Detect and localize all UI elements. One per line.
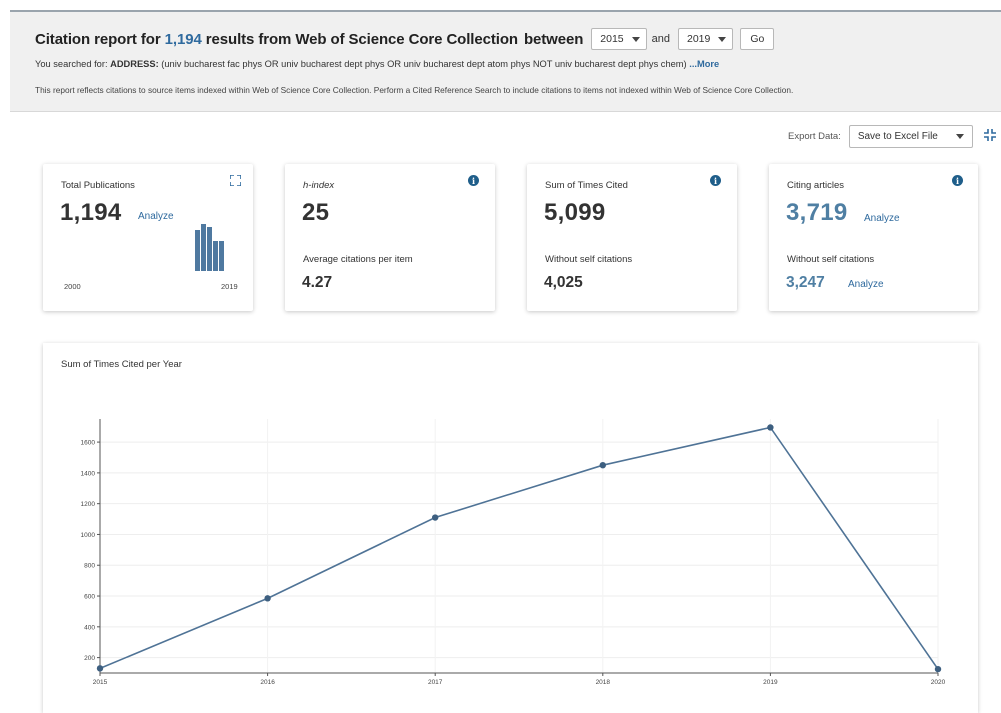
h-index-card: h-index i 25 Average citations per item …	[285, 164, 495, 311]
more-link[interactable]: ...More	[689, 59, 719, 69]
card-label: Sum of Times Cited	[545, 180, 628, 191]
chevron-down-icon	[631, 36, 640, 42]
citing-articles-value[interactable]: 3,719	[786, 199, 848, 227]
searched-prefix: You searched for:	[35, 59, 111, 69]
title-row: Citation report for 1,194 results from W…	[35, 28, 775, 50]
x-tick-label: 2015	[93, 679, 108, 686]
x-tick-label: 2020	[931, 679, 946, 686]
and-label: and	[651, 33, 670, 45]
card-label: Citing articles	[787, 180, 845, 191]
analyze-link[interactable]: Analyze	[864, 213, 900, 224]
y-tick-label: 1600	[81, 440, 96, 447]
info-icon[interactable]: i	[468, 175, 479, 186]
average-citations-value: 4.27	[302, 274, 333, 291]
citing-without-self-value[interactable]: 3,247	[786, 274, 825, 292]
mini-chart-bar	[207, 227, 212, 271]
times-cited-without-self-value: 4,025	[544, 274, 583, 291]
analyze-link[interactable]: Analyze	[138, 211, 174, 222]
searched-query: (univ bucharest fac phys OR univ buchare…	[158, 59, 690, 69]
x-tick-label: 2016	[260, 679, 275, 686]
times-cited-card: Sum of Times Cited i 5,099 Without self …	[527, 164, 737, 311]
collapse-icon[interactable]	[984, 129, 996, 141]
citing-articles-card: Citing articles i 3,719 Analyze Without …	[769, 164, 978, 311]
export-row: Export Data: Save to Excel File	[788, 125, 973, 148]
card-label: Total Publications	[61, 180, 135, 191]
mini-chart-bar	[213, 241, 218, 271]
page-title: Citation report for 1,194 results from W…	[35, 31, 583, 48]
data-point	[934, 665, 942, 673]
info-icon[interactable]: i	[952, 175, 963, 186]
export-label: Export Data:	[788, 131, 841, 142]
card-sub-label: Without self citations	[787, 254, 875, 265]
search-query-text: You searched for: ADDRESS: (univ buchare…	[35, 59, 719, 69]
mini-chart-end-year: 2019	[221, 282, 238, 291]
card-sub-label: Average citations per item	[303, 254, 413, 265]
year-from-select[interactable]: 2015	[591, 28, 647, 50]
times-cited-value: 5,099	[544, 199, 606, 226]
year-to-value: 2019	[687, 33, 711, 45]
y-tick-label: 600	[84, 594, 95, 601]
chevron-down-icon	[718, 36, 727, 42]
chevron-down-icon	[955, 134, 964, 139]
data-point	[96, 665, 104, 672]
report-header: Citation report for 1,194 results from W…	[10, 10, 1001, 112]
title-result-count[interactable]: 1,194	[165, 31, 202, 48]
title-suffix: results from Web of Science Core Collect…	[201, 30, 518, 48]
info-icon[interactable]: i	[710, 175, 721, 186]
title-between: between	[523, 30, 584, 48]
series-line	[99, 426, 939, 670]
publications-mini-chart[interactable]	[195, 224, 237, 271]
report-note: This report reflects citations to source…	[35, 85, 794, 95]
data-point	[432, 514, 439, 521]
export-select[interactable]: Save to Excel File	[848, 125, 973, 148]
go-button[interactable]: Go	[740, 28, 775, 50]
times-cited-per-year-chart: 200 400 600 800 1000 1200 1400 1600 2015 2016 2017…	[81, 419, 946, 686]
y-tick-label: 200	[84, 655, 95, 662]
year-from-value: 2015	[600, 33, 624, 45]
total-publications-value: 1,194	[60, 199, 122, 226]
y-tick-label: 1400	[81, 470, 96, 477]
x-tick-label: 2018	[596, 679, 611, 686]
mini-chart-bar	[195, 230, 200, 271]
year-to-select[interactable]: 2019	[678, 28, 734, 50]
data-point	[599, 461, 606, 469]
title-prefix: Citation report for	[35, 30, 165, 48]
card-label: h-index	[303, 180, 335, 191]
times-cited-per-year-chart-card: Sum of Times Cited per Year 200 400 600 800…	[43, 343, 978, 713]
expand-icon[interactable]	[230, 175, 241, 186]
card-sub-label: Without self citations	[545, 254, 633, 265]
x-tick-label: 2017	[428, 679, 443, 686]
data-point	[264, 595, 271, 602]
y-tick-label: 1000	[81, 532, 96, 539]
export-selected-value: Save to Excel File	[857, 131, 938, 142]
total-publications-card: Total Publications 1,194 Analyze 2000 20…	[43, 164, 253, 311]
h-index-value: 25	[302, 199, 330, 226]
mini-chart-start-year: 2000	[64, 282, 81, 291]
searched-field: ADDRESS:	[110, 59, 159, 69]
mini-chart-bar	[219, 241, 224, 271]
data-point	[767, 424, 774, 431]
analyze-link[interactable]: Analyze	[848, 279, 884, 290]
y-tick-label: 800	[84, 563, 95, 570]
y-tick-label: 400	[84, 624, 95, 631]
mini-chart-bar	[201, 224, 206, 271]
x-tick-label: 2019	[763, 679, 778, 686]
y-tick-label: 1200	[81, 501, 96, 508]
